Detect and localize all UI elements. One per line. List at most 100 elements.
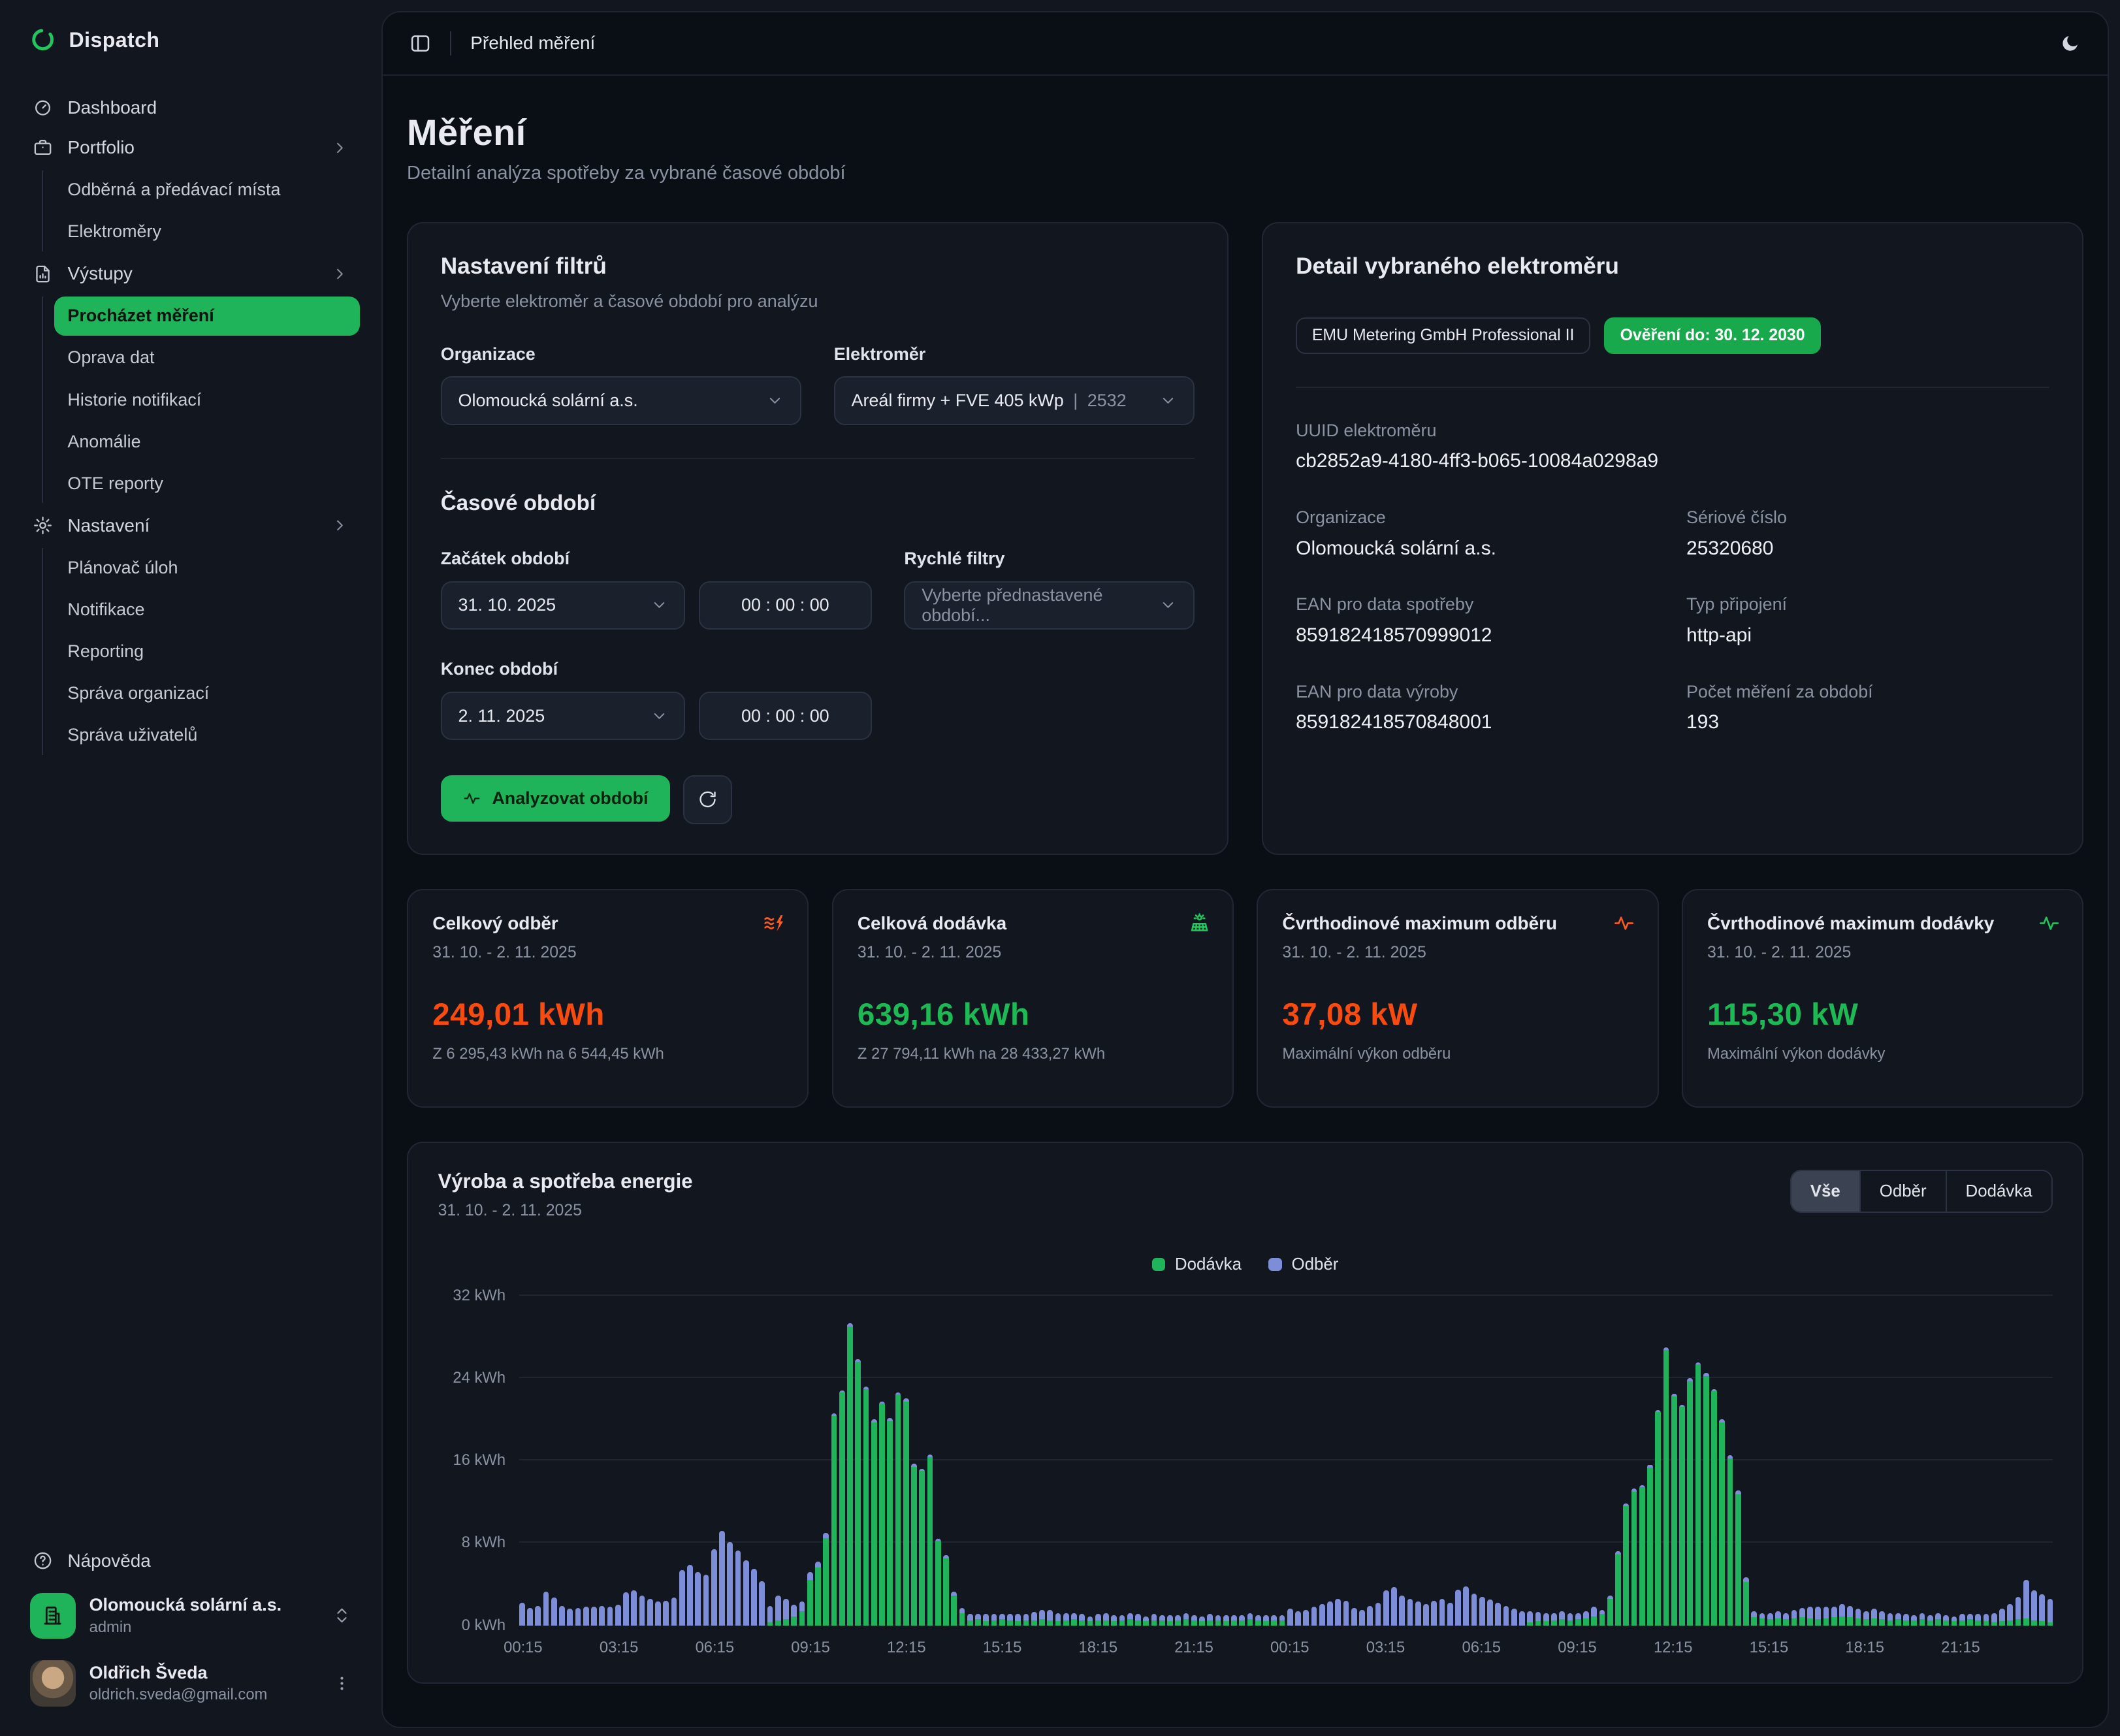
- chart-bar[interactable]: [1831, 1607, 1837, 1625]
- chart-bar[interactable]: [679, 1570, 685, 1626]
- chart-bar[interactable]: [991, 1614, 997, 1625]
- chart-bar[interactable]: [703, 1575, 709, 1625]
- analyze-period-button[interactable]: Analyzovat období: [441, 775, 670, 821]
- chart-bar[interactable]: [1791, 1610, 1797, 1626]
- chart-toggle-v-e[interactable]: Vše: [1791, 1171, 1859, 1212]
- chart-bar[interactable]: [1783, 1613, 1789, 1626]
- chart-bar[interactable]: [1591, 1607, 1597, 1625]
- chart-bar[interactable]: [1415, 1601, 1421, 1625]
- chart-bar[interactable]: [727, 1542, 733, 1626]
- chart-bar[interactable]: [1663, 1347, 1669, 1626]
- chart-bar[interactable]: [943, 1555, 949, 1625]
- chart-bar[interactable]: [1399, 1596, 1405, 1626]
- chart-bar[interactable]: [1247, 1613, 1253, 1626]
- period-start-time-input[interactable]: 00 : 00 : 00: [699, 581, 872, 630]
- chart-bar[interactable]: [1007, 1614, 1013, 1625]
- org-switcher[interactable]: Olomoucká solární a.s. admin: [22, 1582, 360, 1649]
- chart-bar[interactable]: [1311, 1607, 1317, 1625]
- chart-bar[interactable]: [559, 1606, 565, 1626]
- chart-bar[interactable]: [1575, 1613, 1581, 1626]
- refresh-button[interactable]: [683, 775, 731, 824]
- chart-bar[interactable]: [1127, 1613, 1133, 1626]
- sidebar-item-nastaven-[interactable]: Nastavení: [22, 506, 360, 545]
- chart-bar[interactable]: [1767, 1613, 1773, 1626]
- chart-bar[interactable]: [527, 1608, 533, 1626]
- chart-bar[interactable]: [863, 1387, 869, 1626]
- chart-bar[interactable]: [1495, 1603, 1501, 1626]
- quick-filters-select[interactable]: Vyberte přednastavené období...: [904, 581, 1195, 630]
- chart-bar[interactable]: [1727, 1455, 1733, 1625]
- chart-bar[interactable]: [1295, 1611, 1301, 1626]
- chart-bar[interactable]: [1863, 1611, 1869, 1626]
- chart-bar[interactable]: [1375, 1603, 1381, 1626]
- chart-bar[interactable]: [1759, 1613, 1765, 1626]
- chart-bar[interactable]: [1239, 1615, 1245, 1626]
- chart-bar[interactable]: [951, 1592, 957, 1626]
- chart-bar[interactable]: [1407, 1599, 1413, 1626]
- chart-bar[interactable]: [1839, 1604, 1845, 1626]
- chart-bar[interactable]: [655, 1601, 661, 1625]
- chart-bar[interactable]: [519, 1603, 525, 1626]
- chart-bar[interactable]: [1039, 1610, 1045, 1626]
- chart-bar[interactable]: [1439, 1599, 1445, 1626]
- chart-bar[interactable]: [1695, 1362, 1701, 1626]
- chart-bar[interactable]: [1167, 1615, 1173, 1626]
- chart-bar[interactable]: [647, 1599, 653, 1626]
- chart-bar[interactable]: [1479, 1597, 1485, 1626]
- chart-bar[interactable]: [855, 1359, 861, 1625]
- chart-bar[interactable]: [1287, 1609, 1293, 1625]
- dark-mode-toggle-icon[interactable]: [2059, 33, 2081, 54]
- chart-bar[interactable]: [1711, 1389, 1717, 1625]
- chart-bar[interactable]: [1999, 1609, 2005, 1625]
- chart-bar[interactable]: [1191, 1615, 1197, 1626]
- chart-bar[interactable]: [1103, 1613, 1109, 1626]
- chart-bar[interactable]: [575, 1608, 581, 1626]
- chart-bar[interactable]: [1887, 1613, 1893, 1626]
- chart-bar[interactable]: [1135, 1614, 1141, 1625]
- chart-bar[interactable]: [1055, 1613, 1061, 1626]
- sidebar-item-historie-notifikac-[interactable]: Historie notifikací: [54, 380, 360, 419]
- chart-bar[interactable]: [1519, 1611, 1525, 1626]
- chart-bar[interactable]: [687, 1565, 693, 1626]
- chart-bar[interactable]: [895, 1392, 901, 1626]
- chart-bar[interactable]: [1671, 1394, 1677, 1626]
- chart-bar[interactable]: [1639, 1485, 1645, 1626]
- chart-bar[interactable]: [1543, 1613, 1549, 1626]
- chart-bar[interactable]: [615, 1605, 621, 1626]
- chart-bar[interactable]: [2007, 1604, 2013, 1626]
- chart-bar[interactable]: [1199, 1616, 1205, 1626]
- organization-select[interactable]: Olomoucká solární a.s.: [441, 376, 801, 425]
- sidebar-item-help[interactable]: Nápověda: [22, 1539, 360, 1582]
- chart-bar[interactable]: [1903, 1614, 1909, 1625]
- period-start-date-select[interactable]: 31. 10. 2025: [441, 581, 686, 630]
- chart-bar[interactable]: [1503, 1606, 1509, 1626]
- chart-bar[interactable]: [1623, 1503, 1629, 1625]
- chart-bar[interactable]: [1983, 1614, 1989, 1625]
- chart-bar[interactable]: [1023, 1614, 1029, 1625]
- chart-bar[interactable]: [1095, 1614, 1101, 1625]
- chart-bar[interactable]: [1975, 1614, 1981, 1625]
- period-end-date-select[interactable]: 2. 11. 2025: [441, 692, 686, 740]
- chart-bar[interactable]: [975, 1614, 981, 1625]
- chart-bar[interactable]: [791, 1605, 797, 1626]
- chart-bar[interactable]: [1599, 1610, 1605, 1626]
- user-menu[interactable]: Oldřich Šveda oldrich.sveda@gmail.com: [22, 1650, 360, 1717]
- chart-bar[interactable]: [783, 1599, 789, 1626]
- chart-bar[interactable]: [1031, 1612, 1037, 1626]
- chart-bar[interactable]: [2023, 1580, 2029, 1625]
- chart-bar[interactable]: [927, 1455, 933, 1626]
- chart-bar[interactable]: [1015, 1614, 1021, 1625]
- chart-bar[interactable]: [839, 1390, 845, 1626]
- chart-bar[interactable]: [1455, 1590, 1461, 1626]
- sidebar-item-proch-zet-m-en-[interactable]: Procházet měření: [54, 297, 360, 336]
- chart-bar[interactable]: [935, 1539, 941, 1626]
- chart-bar[interactable]: [1511, 1609, 1517, 1625]
- chart-bar[interactable]: [767, 1606, 773, 1626]
- chart-bar[interactable]: [1935, 1613, 1941, 1626]
- chart-bar[interactable]: [1799, 1608, 1805, 1626]
- chart-bar[interactable]: [847, 1323, 853, 1626]
- chart-bar[interactable]: [1527, 1611, 1533, 1626]
- chart-bar[interactable]: [1343, 1601, 1349, 1626]
- chart-bar[interactable]: [1719, 1419, 1725, 1626]
- chart-bar[interactable]: [1423, 1604, 1429, 1626]
